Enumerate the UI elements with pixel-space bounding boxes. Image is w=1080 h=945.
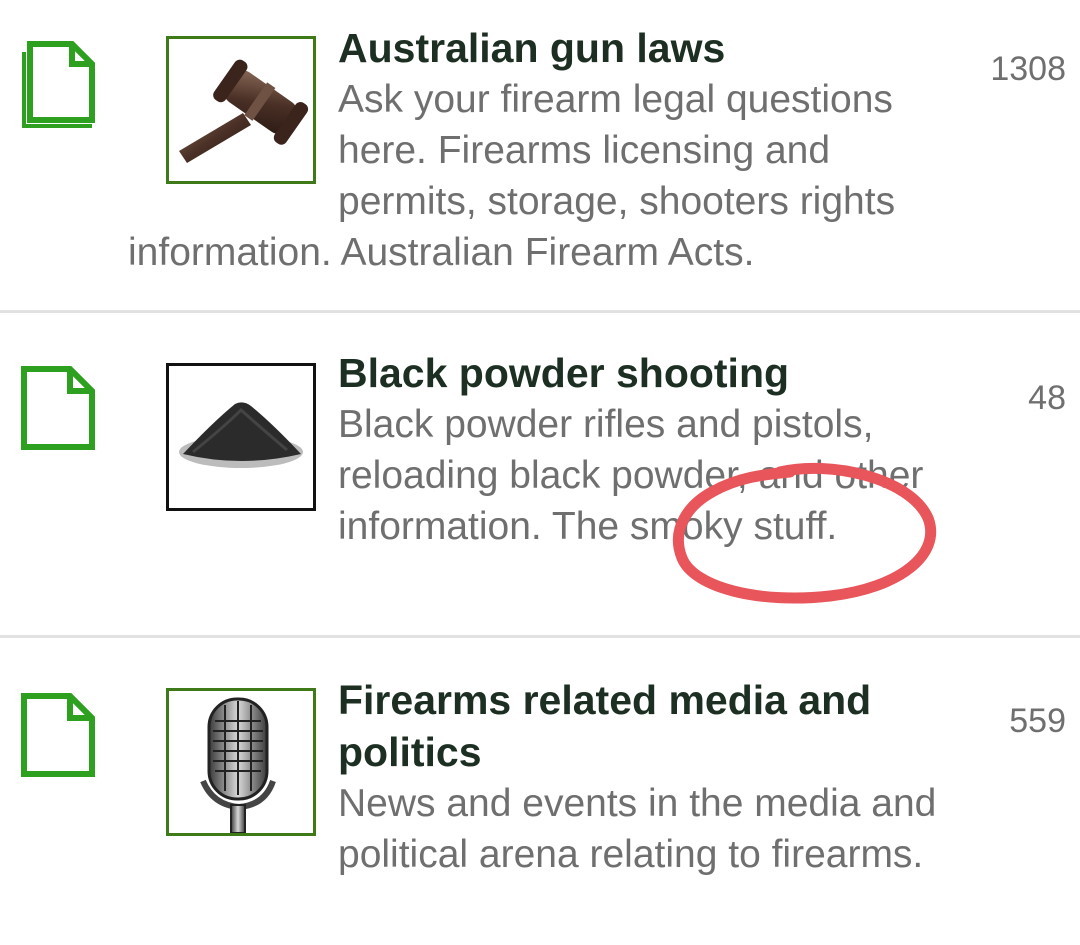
forum-row[interactable]: Australian gun laws Ask your firearm leg…: [0, 0, 1080, 312]
post-count: 559: [1009, 702, 1066, 740]
document-stack-icon: [10, 36, 100, 136]
forum-description: Black powder rifles and pistols, reloadi…: [338, 403, 924, 548]
forum-row[interactable]: Black powder shooting Black powder rifle…: [0, 313, 1080, 636]
document-icon: [10, 363, 100, 463]
document-icon: [10, 690, 100, 790]
post-count: 48: [1028, 379, 1066, 417]
post-count: 1308: [990, 50, 1066, 88]
forum-row[interactable]: Firearms related media and politics News…: [0, 638, 1080, 945]
forum-description: News and events in the media and politic…: [338, 782, 937, 876]
